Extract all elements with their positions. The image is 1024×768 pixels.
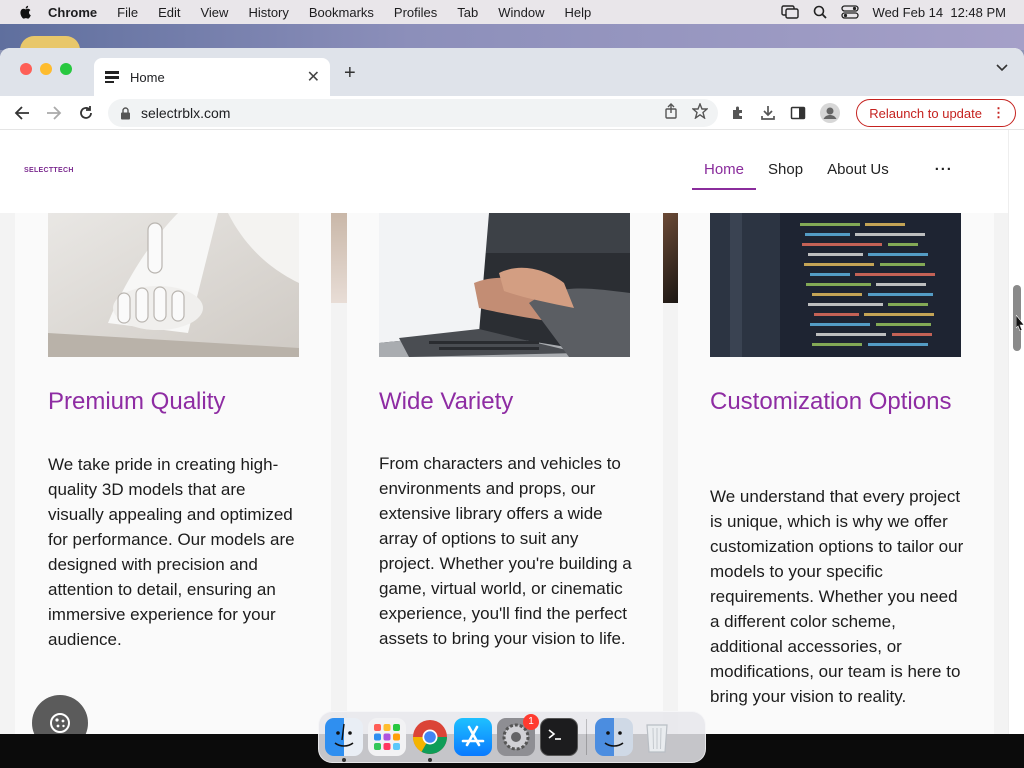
menu-edit[interactable]: Edit	[158, 5, 180, 20]
downloads-icon[interactable]	[760, 105, 776, 121]
lock-icon[interactable]	[120, 106, 131, 120]
bookmark-star-icon[interactable]	[692, 103, 708, 119]
control-center-icon[interactable]	[840, 5, 859, 19]
side-panel-icon[interactable]	[790, 105, 806, 121]
chrome-icon[interactable]	[411, 718, 449, 762]
dock: 1	[318, 711, 706, 763]
relaunch-update-button[interactable]: Relaunch to update ⋮	[856, 99, 1016, 127]
menu-clock[interactable]: Wed Feb 14 12:48 PM	[873, 5, 1006, 20]
finder-icon[interactable]	[325, 718, 363, 762]
screen-mirroring-icon[interactable]	[780, 5, 799, 19]
nav-shop[interactable]: Shop	[756, 160, 815, 190]
card-title: Wide Variety	[379, 388, 514, 415]
features-section: Premium Quality We take pride in creatin…	[0, 213, 1008, 734]
share-icon[interactable]	[664, 103, 678, 119]
code-screen-image	[710, 213, 961, 357]
site-header: SELECTTECH Home Shop About Us ···	[0, 130, 1008, 213]
web-page: SELECTTECH Home Shop About Us ··· Premiu…	[0, 130, 1024, 734]
image-edge	[331, 213, 347, 303]
address-bar[interactable]: selectrblx.com	[108, 99, 718, 127]
url-text[interactable]: selectrblx.com	[141, 105, 230, 121]
menu-tab[interactable]: Tab	[457, 5, 478, 20]
robot-hand-image	[48, 213, 299, 357]
trash-icon[interactable]	[638, 718, 676, 756]
menu-view[interactable]: View	[200, 5, 228, 20]
spotlight-search-icon[interactable]	[813, 5, 827, 19]
mouse-pointer-icon	[1016, 315, 1024, 331]
page-scrollbar[interactable]	[1008, 130, 1024, 734]
tab-search-chevron-icon[interactable]	[996, 64, 1008, 72]
browser-toolbar: selectrblx.com Relaunch to update ⋮	[0, 96, 1024, 130]
extensions-icon[interactable]	[730, 105, 746, 121]
nav-about-us[interactable]: About Us	[815, 160, 901, 190]
reload-icon[interactable]	[78, 96, 94, 130]
system-settings-icon[interactable]: 1	[497, 714, 539, 756]
browser-window: Home ✕ + selectrblx.com Relaunch to upda…	[0, 48, 1024, 734]
menu-file[interactable]: File	[117, 5, 138, 20]
card-description: From characters and vehicles to environm…	[379, 454, 632, 648]
cookie-icon	[50, 713, 70, 733]
site-favicon-icon	[105, 71, 119, 83]
tab-title: Home	[130, 69, 165, 85]
feature-card-premium-quality: Premium Quality We take pride in creatin…	[15, 213, 331, 734]
new-tab-icon[interactable]: +	[344, 62, 356, 85]
more-vertical-icon[interactable]: ⋮	[992, 105, 1005, 121]
site-navigation: Home Shop About Us ···	[692, 160, 965, 190]
close-window-button[interactable]	[20, 63, 32, 75]
laptop-typing-image	[379, 213, 630, 357]
menu-profiles[interactable]: Profiles	[394, 5, 437, 20]
menu-app-name[interactable]: Chrome	[48, 5, 97, 20]
close-tab-icon[interactable]: ✕	[307, 67, 320, 87]
back-icon[interactable]	[14, 96, 30, 130]
menu-bar: Chrome File Edit View History Bookmarks …	[0, 0, 1024, 24]
launchpad-icon[interactable]	[368, 718, 406, 756]
profile-avatar-icon[interactable]	[820, 103, 840, 123]
terminal-icon[interactable]	[540, 718, 578, 756]
apple-icon[interactable]	[18, 4, 34, 20]
minimize-window-button[interactable]	[40, 63, 52, 75]
menu-history[interactable]: History	[248, 5, 288, 20]
card-title: Premium Quality	[48, 388, 226, 415]
dock-separator	[586, 719, 587, 755]
tab-strip: Home ✕ +	[0, 48, 1024, 96]
zoom-window-button[interactable]	[60, 63, 72, 75]
menu-window[interactable]: Window	[498, 5, 544, 20]
card-title: Customization Options	[710, 388, 952, 415]
feature-card-wide-variety: Wide Variety From characters and vehicle…	[347, 213, 663, 734]
nav-more-icon[interactable]: ···	[923, 160, 965, 190]
tab-home[interactable]: Home ✕	[94, 58, 330, 96]
running-indicator	[428, 758, 432, 762]
menu-bookmarks[interactable]: Bookmarks	[309, 5, 374, 20]
menu-help[interactable]: Help	[565, 5, 592, 20]
feature-card-customization: Customization Options We understand that…	[678, 213, 994, 734]
app-store-icon[interactable]	[454, 718, 492, 756]
desktop-wallpaper	[0, 24, 1024, 50]
relaunch-label: Relaunch to update	[869, 105, 982, 121]
notification-badge: 1	[523, 714, 539, 730]
card-description: We take pride in creating high-quality 3…	[48, 455, 295, 649]
window-controls	[20, 63, 72, 75]
nav-home[interactable]: Home	[692, 160, 757, 190]
card-description: We understand that every project is uniq…	[710, 487, 964, 706]
image-edge	[663, 213, 679, 303]
finder-alt-icon[interactable]	[595, 718, 633, 756]
forward-icon[interactable]	[46, 96, 62, 130]
running-indicator	[342, 758, 346, 762]
site-logo[interactable]: SELECTTECH	[24, 167, 74, 174]
